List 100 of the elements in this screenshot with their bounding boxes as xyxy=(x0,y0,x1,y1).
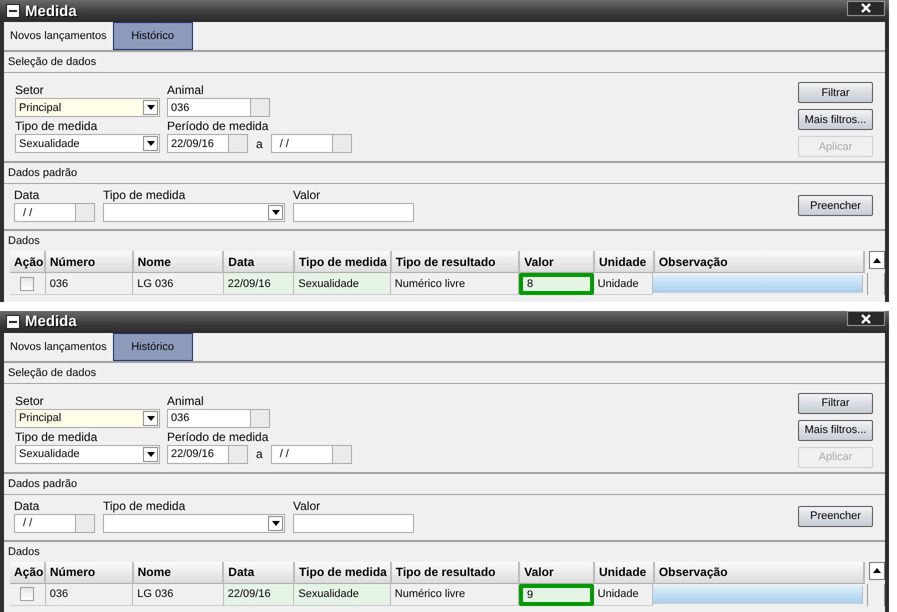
dropdown[interactable]: Sexualidade xyxy=(15,134,160,153)
column-header[interactable]: Unidade xyxy=(595,251,655,273)
table-cell: Sexualidade xyxy=(294,584,391,606)
field-label: Setor xyxy=(15,83,45,98)
tab[interactable]: Novos lançamentos xyxy=(4,332,113,360)
field-label: Valor xyxy=(293,188,322,203)
dropdown-arrow-icon xyxy=(272,210,280,215)
date-field[interactable]: / / xyxy=(270,134,333,153)
input-field[interactable] xyxy=(293,514,414,532)
checkbox[interactable] xyxy=(20,276,34,290)
field-label: Tipo de medida xyxy=(103,498,186,514)
column-header[interactable]: Data xyxy=(224,562,296,584)
date-field[interactable]: 22/09/16 xyxy=(167,134,229,153)
dropdown-arrow-icon xyxy=(146,105,154,110)
column-header[interactable]: Tipo de medida xyxy=(295,562,392,584)
scroll-up-button[interactable] xyxy=(869,562,886,580)
field-label: Data xyxy=(14,498,40,514)
scroll-up-button[interactable] xyxy=(869,251,886,269)
section-header: Dados xyxy=(7,544,41,560)
minimize-icon[interactable] xyxy=(6,314,20,328)
close-icon xyxy=(860,314,872,324)
scroll-up-icon xyxy=(873,258,882,262)
column-header[interactable]: Data xyxy=(224,251,296,273)
date-field[interactable]: 22/09/16 xyxy=(167,444,229,464)
calendar-button[interactable] xyxy=(76,203,95,222)
action-button[interactable]: Filtrar xyxy=(798,392,873,414)
date-field[interactable]: / / xyxy=(14,203,76,222)
calendar-button[interactable] xyxy=(76,514,95,532)
dropdown[interactable]: Principal xyxy=(15,98,160,117)
table-cell: Unidade xyxy=(594,584,654,606)
field-label: Animal xyxy=(167,394,205,408)
column-header[interactable]: Ação xyxy=(10,251,46,273)
field-label: Data xyxy=(14,188,40,203)
table-cell: 22/09/16 xyxy=(224,273,294,295)
dropdown[interactable]: Principal xyxy=(15,408,160,428)
calendar-button[interactable] xyxy=(332,444,352,464)
window-title: Medida xyxy=(25,313,77,330)
dropdown-arrow-icon xyxy=(272,520,280,526)
table-cell: LG 036 xyxy=(133,584,224,606)
column-header[interactable]: Valor xyxy=(520,251,596,273)
column-header[interactable]: Tipo de resultado xyxy=(392,251,520,273)
field-label: Período de medida xyxy=(167,119,270,134)
table-cell: Sexualidade xyxy=(294,273,391,295)
date-field[interactable]: / / xyxy=(14,514,76,532)
table-cell: 9 xyxy=(519,584,594,606)
column-header[interactable]: Número xyxy=(46,251,134,273)
input-field[interactable] xyxy=(293,203,414,222)
dropdown[interactable] xyxy=(103,514,285,532)
table-cell: Numérico livre xyxy=(390,273,520,295)
column-header[interactable]: Número xyxy=(46,562,134,584)
range-separator: a xyxy=(255,447,264,461)
calendar-button[interactable] xyxy=(229,444,248,464)
close-button[interactable] xyxy=(847,0,885,16)
field-label: Setor xyxy=(15,394,45,408)
dropdown[interactable] xyxy=(103,203,285,222)
action-button[interactable]: Filtrar xyxy=(798,82,873,103)
action-button[interactable]: Mais filtros... xyxy=(798,109,873,130)
minimize-icon[interactable] xyxy=(6,4,20,18)
fill-button[interactable]: Preencher xyxy=(798,506,873,526)
tab[interactable]: Histórico xyxy=(112,22,193,50)
column-header[interactable]: Nome xyxy=(134,251,224,273)
table-cell: 22/09/16 xyxy=(224,584,294,606)
calendar-button[interactable] xyxy=(229,134,248,153)
date-field[interactable]: / / xyxy=(270,444,333,464)
field-label: Animal xyxy=(167,83,205,98)
dropdown-arrow-icon xyxy=(146,452,154,456)
tab[interactable]: Novos lançamentos xyxy=(4,22,113,50)
section-header: Dados padrão xyxy=(4,163,885,184)
section-header: Seleção de dados xyxy=(4,362,885,384)
column-header[interactable]: Ação xyxy=(10,562,46,584)
field-label: Tipo de medida xyxy=(15,119,98,134)
close-icon xyxy=(860,3,872,13)
table-cell: Numérico livre xyxy=(390,584,520,606)
input-field[interactable]: 036 xyxy=(167,98,251,117)
lookup-button[interactable] xyxy=(251,408,270,428)
lookup-button[interactable] xyxy=(251,98,270,117)
close-button[interactable] xyxy=(847,311,885,326)
tab[interactable]: Histórico xyxy=(112,332,193,360)
column-header[interactable]: Observação xyxy=(654,251,866,273)
section-header: Dados padrão xyxy=(4,474,885,494)
column-header[interactable]: Tipo de medida xyxy=(295,251,392,273)
table-cell: 036 xyxy=(46,273,134,295)
column-header[interactable]: Tipo de resultado xyxy=(392,562,520,584)
checkbox[interactable] xyxy=(20,587,34,601)
dropdown-arrow-icon xyxy=(146,141,154,146)
dropdown[interactable]: Sexualidade xyxy=(15,444,160,464)
table-cell: 036 xyxy=(46,584,134,606)
table-cell: Unidade xyxy=(594,273,654,295)
range-separator: a xyxy=(255,136,264,150)
column-header[interactable]: Valor xyxy=(520,562,596,584)
fill-button[interactable]: Preencher xyxy=(798,195,873,216)
scroll-up-icon xyxy=(873,568,882,573)
column-header[interactable]: Unidade xyxy=(595,562,655,584)
action-button[interactable]: Mais filtros... xyxy=(798,420,873,440)
section-header: Seleção de dados xyxy=(4,52,885,73)
column-header[interactable]: Observação xyxy=(654,562,866,584)
input-field[interactable]: 036 xyxy=(167,408,251,428)
field-label: Tipo de medida xyxy=(103,188,186,203)
calendar-button[interactable] xyxy=(332,134,352,153)
column-header[interactable]: Nome xyxy=(134,562,224,584)
